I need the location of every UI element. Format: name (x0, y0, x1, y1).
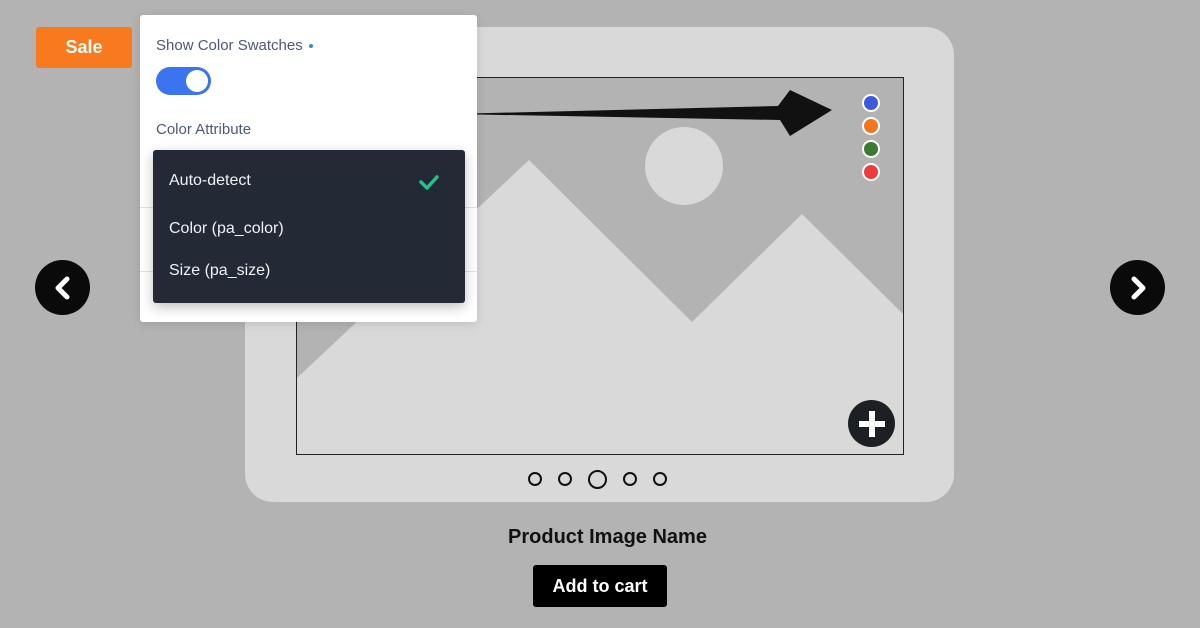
pagination-dot[interactable] (623, 472, 637, 486)
gallery-pagination (528, 468, 667, 490)
pagination-dot-active[interactable] (588, 469, 607, 489)
pagination-dot[interactable] (528, 472, 542, 486)
color-attribute-dropdown[interactable]: Auto-detect Color (pa_color) Size (pa_si… (153, 150, 465, 303)
swatch-setting-label: Show Color Swatches (156, 37, 313, 54)
arrow-icon (450, 90, 832, 136)
color-swatch[interactable] (862, 94, 880, 112)
toggle-knob (186, 70, 208, 92)
chevron-right-icon (1131, 276, 1145, 299)
color-attribute-label: Color Attribute (156, 121, 252, 138)
checkmark-icon (419, 175, 439, 190)
color-swatch[interactable] (862, 140, 880, 158)
show-swatches-toggle[interactable] (156, 67, 211, 95)
pagination-dot[interactable] (558, 472, 572, 486)
dropdown-option-size[interactable]: Size (pa_size) (169, 262, 270, 280)
chevron-left-icon (55, 276, 69, 299)
pagination-dot[interactable] (653, 472, 667, 486)
zoom-button[interactable] (848, 400, 895, 447)
previous-image-button[interactable] (35, 260, 90, 315)
add-to-cart-button[interactable]: Add to cart (533, 565, 667, 607)
color-swatch[interactable] (862, 163, 880, 181)
product-name: Product Image Name (508, 526, 707, 548)
dropdown-option-auto-detect[interactable]: Auto-detect (169, 172, 251, 190)
plus-icon (858, 410, 885, 437)
color-swatches (862, 94, 880, 181)
next-image-button[interactable] (1110, 260, 1165, 315)
sale-badge: Sale (36, 27, 132, 68)
required-dot-icon (308, 44, 313, 49)
color-swatch[interactable] (862, 117, 880, 135)
dropdown-option-color[interactable]: Color (pa_color) (169, 220, 284, 238)
